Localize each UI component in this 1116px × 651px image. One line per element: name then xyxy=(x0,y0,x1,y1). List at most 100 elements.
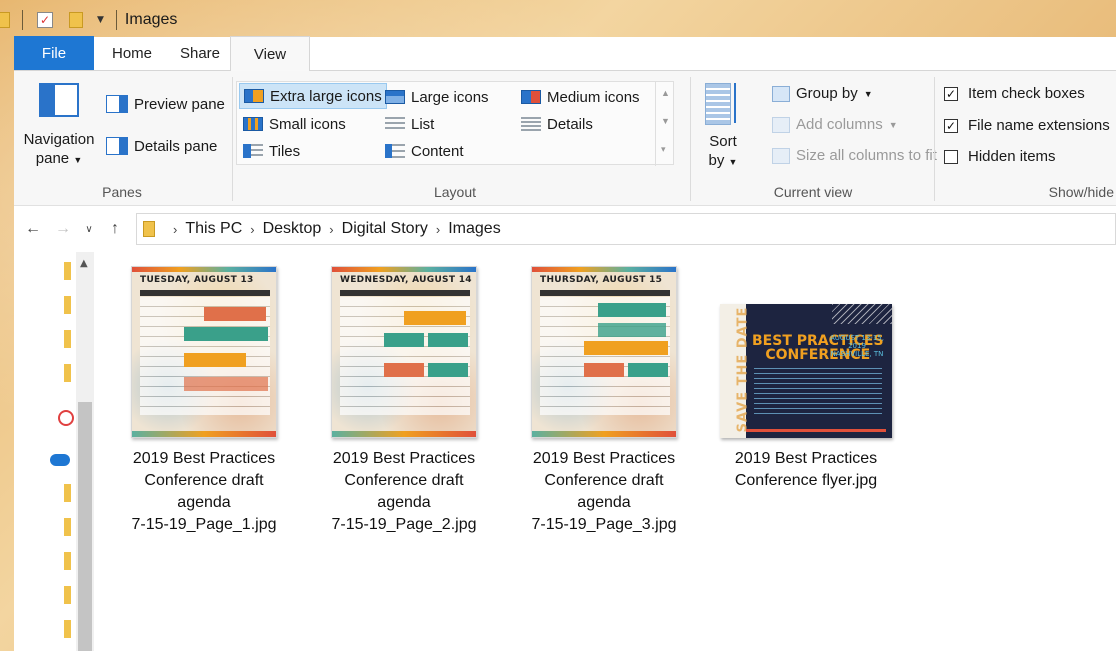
breadcrumb-separator-icon[interactable]: › xyxy=(329,222,333,237)
group-separator xyxy=(690,77,691,201)
file-name[interactable]: 2019 Best Practices Conference draft age… xyxy=(314,448,494,536)
file-name-line: 7-15-19_Page_2.jpg xyxy=(331,516,477,533)
up-arrow-up-icon[interactable]: ↑ xyxy=(100,220,130,238)
scrollbar-thumb[interactable] xyxy=(78,402,92,651)
panes-group: Navigation pane ▼ Preview pane Details p… xyxy=(14,71,230,206)
folder-icon[interactable] xyxy=(64,620,71,638)
folder-icon[interactable] xyxy=(64,364,71,382)
navigation-pane-label-text: pane xyxy=(35,150,70,167)
large-icons-icon xyxy=(385,90,405,104)
breadcrumb-digital-story[interactable]: Digital Story xyxy=(342,220,428,238)
details-pane-button[interactable]: Details pane xyxy=(106,137,217,155)
folder-icon[interactable] xyxy=(64,330,71,348)
breadcrumb-separator-icon[interactable]: › xyxy=(436,222,440,237)
layout-gallery-scroller[interactable]: ▲ ▼ ▾ xyxy=(655,82,673,166)
folder-icon[interactable] xyxy=(64,518,71,536)
hidden-items-toggle[interactable]: Hidden items xyxy=(944,148,1056,165)
sort-by-label-text: by xyxy=(708,152,725,169)
size-all-columns-label: Size all columns to fit xyxy=(796,147,937,164)
navigation-pane-icon xyxy=(39,83,79,117)
item-check-boxes-toggle[interactable]: ✓ Item check boxes xyxy=(944,85,1085,102)
item-check-boxes-checkbox[interactable]: ✓ xyxy=(944,86,958,101)
scroll-up-icon[interactable]: ▲ xyxy=(661,88,670,98)
file-name-line: 2019 Best Practices xyxy=(734,450,878,467)
thumbnail-header xyxy=(140,290,270,296)
conference-flyer-thumbnail[interactable]: SAVE THE DATE BEST PRACTICES CONFERENCE … xyxy=(720,304,892,438)
hidden-items-label: Hidden items xyxy=(968,148,1056,165)
forward-arrow-right-icon[interactable]: → xyxy=(48,220,78,238)
thumbnail-block xyxy=(184,353,246,367)
details-pane-icon xyxy=(106,137,128,155)
layout-details[interactable]: Details xyxy=(517,111,597,137)
file-name[interactable]: 2019 Best Practices Conference flyer.jpg xyxy=(716,448,896,492)
back-arrow-left-icon[interactable]: ← xyxy=(18,220,48,238)
tab-share[interactable]: Share xyxy=(170,36,230,70)
extra-large-icons-icon xyxy=(244,89,264,103)
breadcrumb-separator-icon[interactable]: › xyxy=(250,222,254,237)
folder-icon[interactable] xyxy=(64,552,71,570)
file-name-extensions-checkbox[interactable]: ✓ xyxy=(944,118,958,133)
file-name[interactable]: 2019 Best Practices Conference draft age… xyxy=(514,448,694,536)
tiles-icon xyxy=(243,144,263,158)
layout-item-label: Tiles xyxy=(269,142,301,160)
scroll-down-icon[interactable]: ▼ xyxy=(661,116,670,126)
hidden-items-checkbox[interactable] xyxy=(944,149,958,164)
scroll-up-icon[interactable]: ▲ xyxy=(80,258,88,269)
file-item[interactable]: SAVE THE DATE BEST PRACTICES CONFERENCE … xyxy=(716,266,896,492)
navigation-pane-button[interactable]: Navigation pane ▼ xyxy=(24,83,94,167)
agenda-page-1-thumbnail[interactable]: TUESDAY, AUGUST 13 xyxy=(131,266,277,438)
file-name-extensions-toggle[interactable]: ✓ File name extensions xyxy=(944,117,1110,134)
file-item[interactable]: WEDNESDAY, AUGUST 14 2019 Best Practices… xyxy=(314,266,494,536)
thumbnail-header xyxy=(340,290,470,296)
folder-icon[interactable] xyxy=(64,296,71,314)
breadcrumb-this-pc[interactable]: This PC xyxy=(185,220,242,238)
layout-tiles[interactable]: Tiles xyxy=(239,138,304,164)
layout-large-icons[interactable]: Large icons xyxy=(381,84,493,110)
breadcrumb-images[interactable]: Images xyxy=(448,220,500,238)
layout-medium-icons[interactable]: Medium icons xyxy=(517,84,644,110)
file-name-line: 7-15-19_Page_3.jpg xyxy=(531,516,677,533)
onedrive-cloud-icon[interactable] xyxy=(50,454,70,466)
file-name-line: Conference draft xyxy=(344,472,464,489)
file-item[interactable]: THURSDAY, AUGUST 15 2019 Best Practices … xyxy=(514,266,694,536)
tab-home[interactable]: Home xyxy=(94,36,170,70)
agenda-page-2-thumbnail[interactable]: WEDNESDAY, AUGUST 14 xyxy=(331,266,477,438)
folder-icon[interactable] xyxy=(64,262,71,280)
layout-group-label: Layout xyxy=(433,184,477,200)
layout-extra-large-icons[interactable]: Extra large icons xyxy=(239,83,387,109)
size-all-columns-button[interactable]: Size all columns to fit xyxy=(772,147,937,164)
file-name-line: 2019 Best Practices xyxy=(332,450,476,467)
file-item[interactable]: TUESDAY, AUGUST 13 2019 Best Practices C… xyxy=(114,266,294,536)
expand-gallery-icon[interactable]: ▾ xyxy=(661,144,666,155)
breadcrumb-desktop[interactable]: Desktop xyxy=(263,220,322,238)
thumbnail-top-bar xyxy=(332,267,476,272)
recent-locations-chevron-down-icon[interactable]: ∨ xyxy=(78,224,100,235)
tab-file[interactable]: File xyxy=(14,36,94,70)
sort-by-label: Sort xyxy=(709,133,737,150)
address-bar[interactable]: › This PC › Desktop › Digital Story › Im… xyxy=(136,213,1116,245)
folder-icon[interactable] xyxy=(64,586,71,604)
layout-item-label: List xyxy=(411,115,435,133)
file-name-line: 2019 Best Practices xyxy=(132,450,276,467)
thumbnail-title: WEDNESDAY, AUGUST 14 xyxy=(340,275,472,285)
tab-view[interactable]: View xyxy=(230,36,310,71)
size-columns-icon xyxy=(772,147,790,164)
flyer-text-lines xyxy=(754,368,882,414)
layout-content[interactable]: Content xyxy=(381,138,468,164)
layout-small-icons[interactable]: Small icons xyxy=(239,111,350,137)
thumbnail-block xyxy=(384,333,424,347)
folder-icon[interactable] xyxy=(64,484,71,502)
add-columns-button[interactable]: Add columns ▼ xyxy=(772,116,898,133)
file-name[interactable]: 2019 Best Practices Conference draft age… xyxy=(114,448,294,536)
thumbnail-block xyxy=(428,333,468,347)
preview-pane-button[interactable]: Preview pane xyxy=(106,95,225,113)
sort-by-button[interactable]: Sort by ▼ xyxy=(704,83,742,169)
chevron-down-icon: ▼ xyxy=(73,155,83,165)
thumbnail-block xyxy=(184,327,268,341)
network-icon[interactable] xyxy=(58,410,74,426)
flyer-dates-line: AUGUST 13-15, 2019 xyxy=(830,334,884,350)
agenda-page-3-thumbnail[interactable]: THURSDAY, AUGUST 15 xyxy=(531,266,677,438)
breadcrumb-separator-icon[interactable]: › xyxy=(173,222,177,237)
layout-list[interactable]: List xyxy=(381,111,438,137)
group-by-button[interactable]: Group by ▼ xyxy=(772,85,873,102)
